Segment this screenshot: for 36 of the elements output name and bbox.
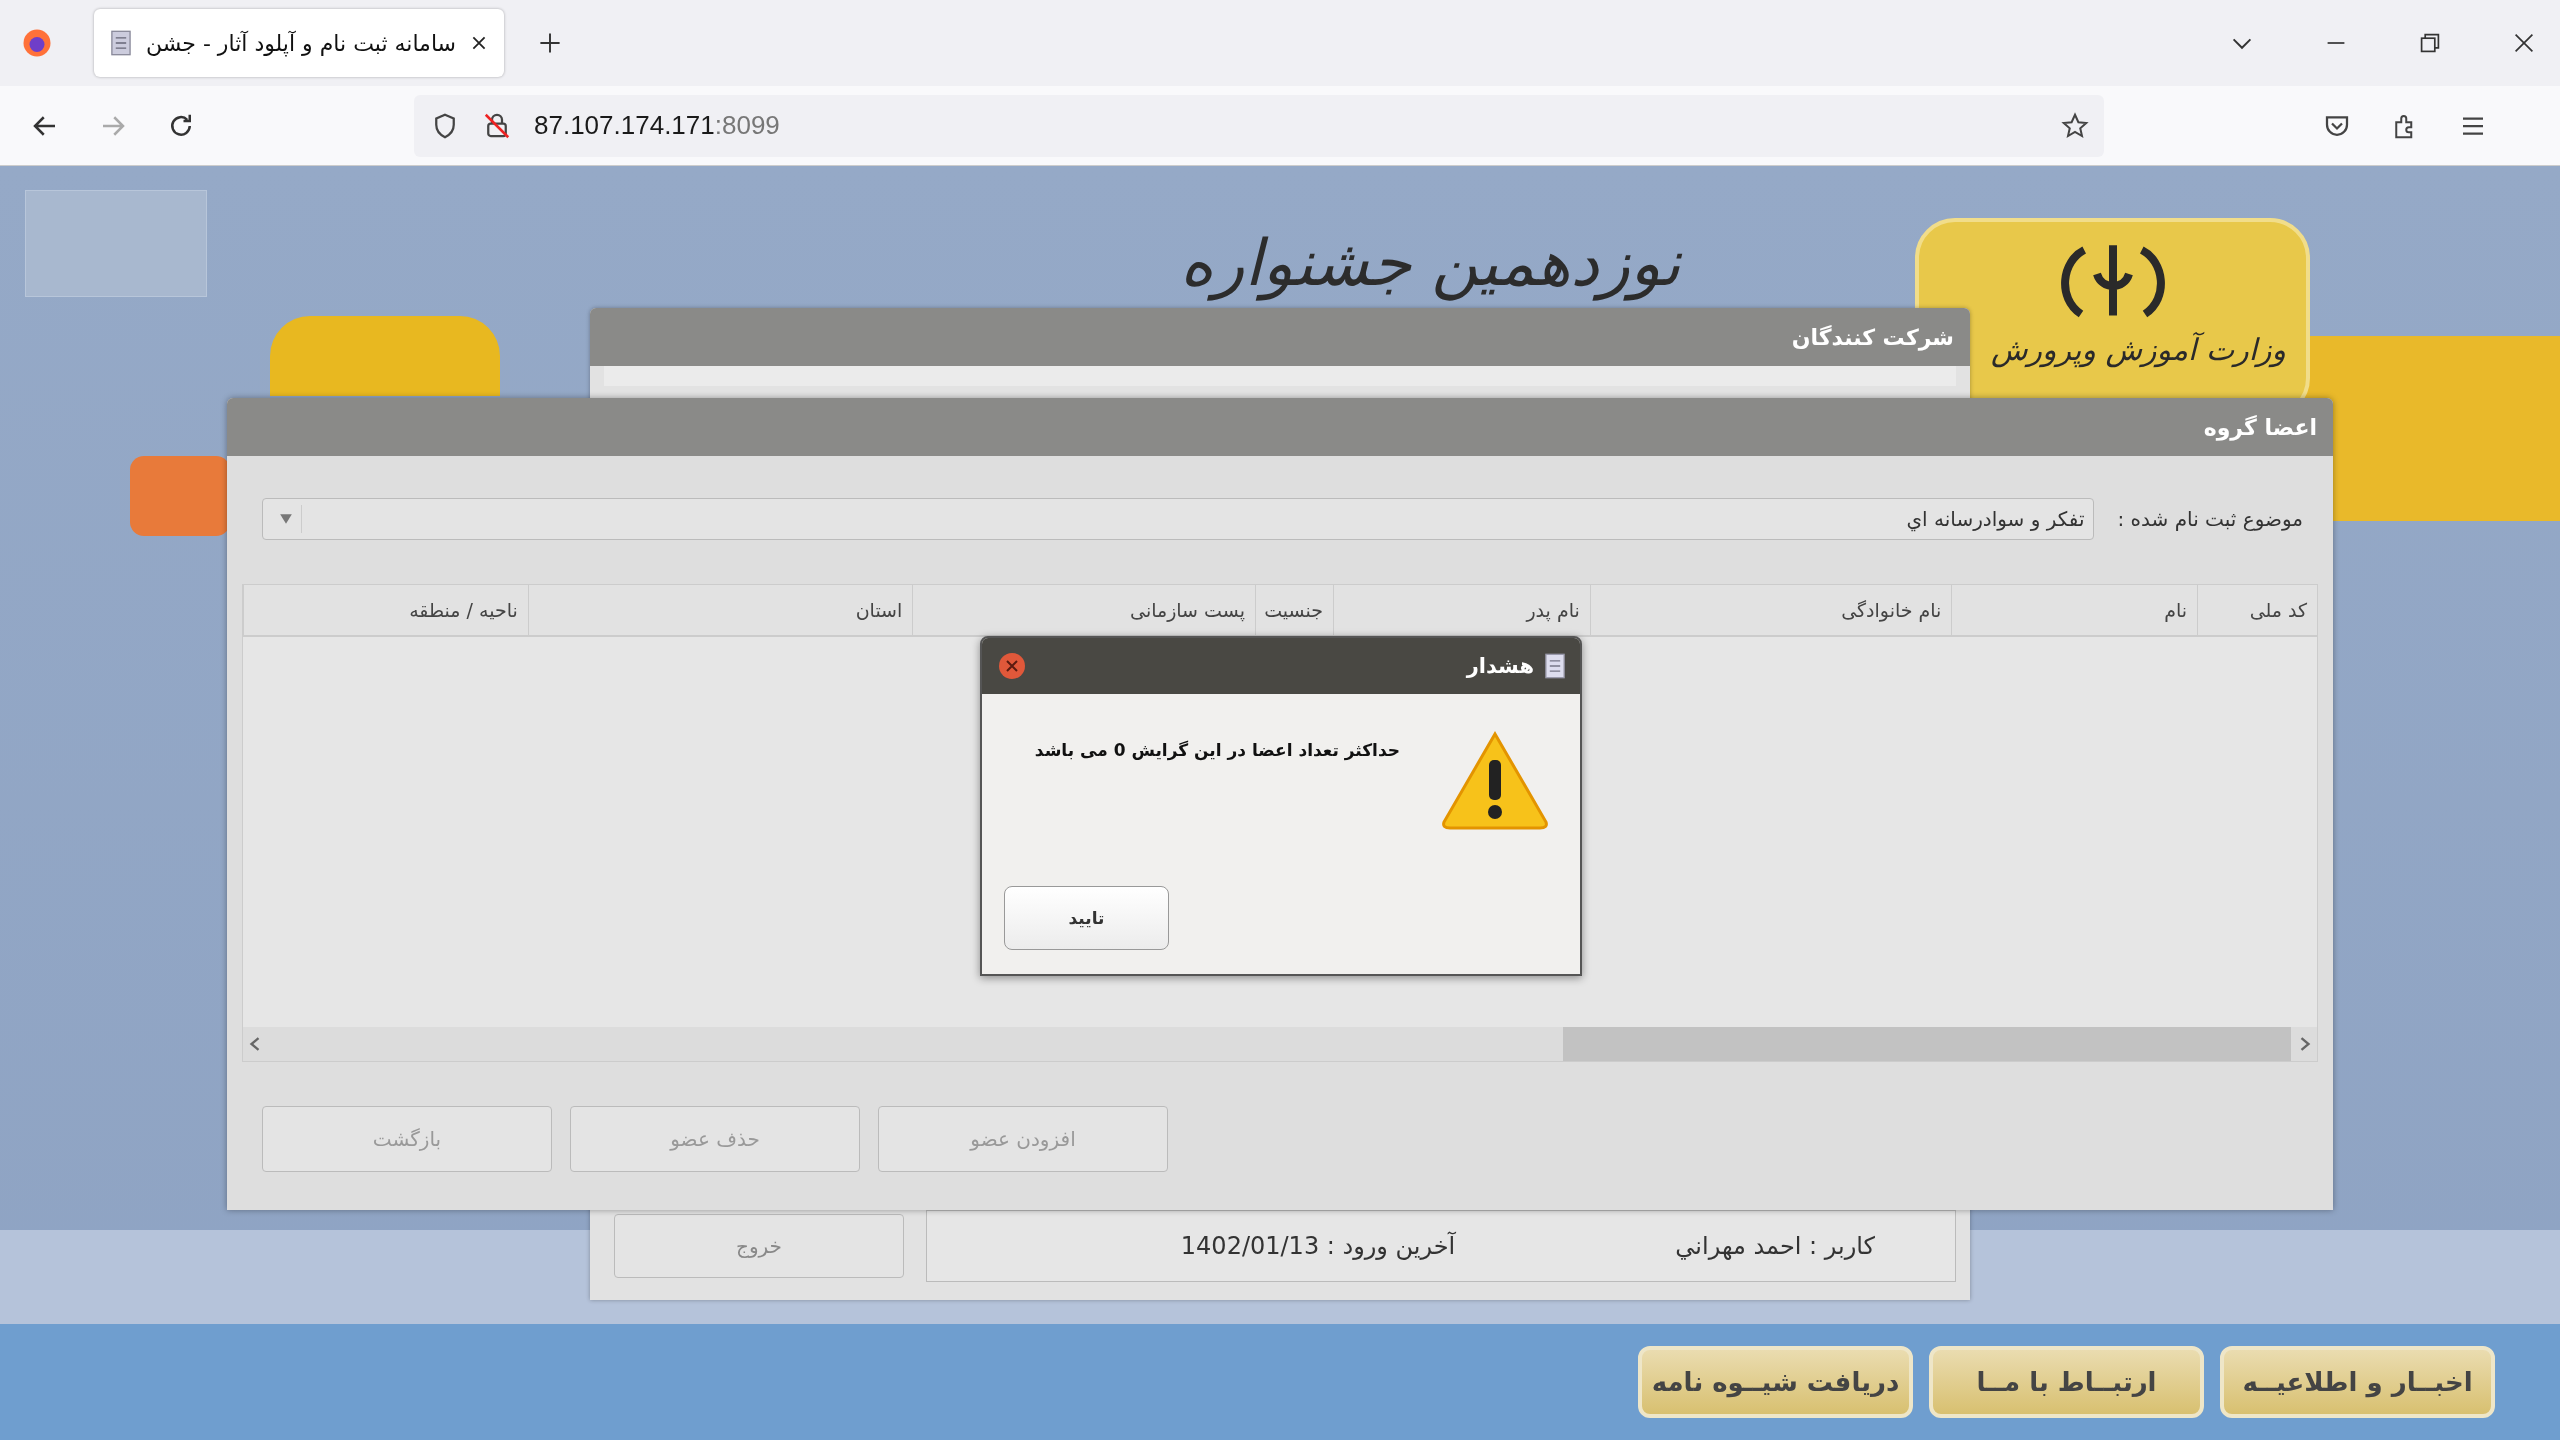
column-header[interactable]: استان: [527, 585, 913, 635]
column-header[interactable]: نام: [1951, 585, 2198, 635]
column-header[interactable]: نام خانوادگی: [1589, 585, 1952, 635]
last-login-label: آخرین ورود : 1402/01/13: [1180, 1232, 1456, 1260]
browser-logo-icon[interactable]: [22, 28, 52, 58]
banner-title: نوزدهمین جشنواره: [1180, 226, 1681, 300]
column-header[interactable]: جنسیت: [1255, 585, 1333, 635]
scroll-left-icon[interactable]: [249, 1037, 261, 1051]
url-text: 87.107.174.171:8099: [534, 110, 780, 141]
column-header[interactable]: ناحیه / منطقه: [243, 585, 528, 635]
dialog-title: هشدار: [1466, 654, 1534, 678]
window-title: اعضا گروه: [227, 398, 2333, 456]
document-icon: [1544, 653, 1566, 679]
footer-link-button[interactable]: اخبــار و اطلاعیــه: [2220, 1346, 2495, 1418]
browser-tab[interactable]: سامانه ثبت نام و آپلود آثار - جشن: [94, 9, 504, 77]
column-header[interactable]: کد ملی: [2197, 585, 2317, 635]
window-title: شرکت کنندگان: [590, 308, 1970, 366]
new-tab-icon[interactable]: [538, 31, 562, 55]
topic-label: موضوع ثبت نام شده :: [2117, 507, 2303, 531]
footer-link-button[interactable]: دریافت شیــوه نامه: [1638, 1346, 1913, 1418]
restore-icon[interactable]: [2418, 31, 2442, 55]
user-label: کاربر : احمد مهراني: [1675, 1232, 1875, 1260]
column-header[interactable]: پست سازمانی: [912, 585, 1255, 635]
scroll-right-icon[interactable]: [2299, 1037, 2311, 1051]
warning-icon: [1440, 730, 1550, 830]
topic-dropdown[interactable]: تفکر و سوادرسانه اي: [262, 498, 2094, 540]
ok-button[interactable]: تایید: [1004, 886, 1169, 950]
close-icon[interactable]: [2512, 31, 2536, 55]
alert-message: حداکثر تعداد اعضا در این گرایش 0 می باشد: [1034, 740, 1400, 760]
tab-title: سامانه ثبت نام و آپلود آثار - جشن: [145, 30, 457, 56]
column-header[interactable]: نام پدر: [1333, 585, 1590, 635]
logo-text: وزارت آموزش وپرورش: [1989, 332, 2286, 367]
address-bar[interactable]: 87.107.174.171:8099: [414, 94, 2104, 157]
footer-link-button[interactable]: ارتبــاط با مــا: [1929, 1346, 2204, 1418]
document-icon: [110, 30, 132, 56]
close-icon[interactable]: [470, 34, 488, 52]
